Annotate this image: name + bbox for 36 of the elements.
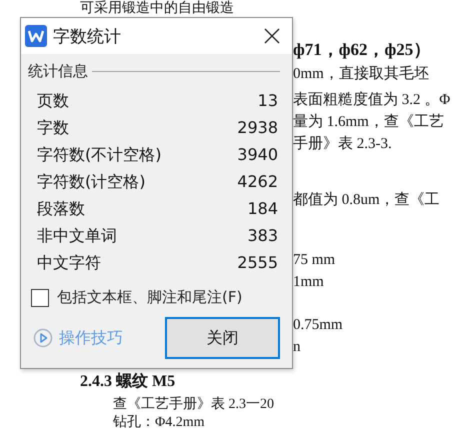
stat-value: 4262: [237, 171, 278, 193]
dialog-title: 字数统计: [53, 26, 122, 48]
stat-label: 字符数(不计空格): [37, 144, 162, 166]
stat-label: 中文字符: [37, 252, 101, 274]
stat-value: 13: [258, 90, 278, 112]
close-icon[interactable]: [264, 28, 280, 44]
stat-value: 3940: [237, 144, 278, 166]
stat-value: 184: [247, 198, 278, 220]
stat-label: 字数: [37, 117, 69, 139]
document-text: 表面粗糙度值为 3.2 。Φ: [293, 90, 452, 110]
document-text: 可采用锻造中的自由锻造: [80, 0, 235, 17]
document-text: 1mm: [293, 273, 325, 292]
document-heading: 2.4.3 螺纹 M5: [80, 372, 176, 392]
document-text: 查《工艺手册》表 2.3一20: [113, 396, 275, 414]
document-text: 量为 1.6mm，查《工艺: [293, 112, 445, 132]
stat-label: 字符数(计空格): [37, 171, 146, 193]
play-icon: [33, 328, 53, 348]
stat-value: 383: [247, 225, 278, 247]
checkbox-label: 包括文本框、脚注和尾注(F): [57, 288, 242, 307]
app-logo-icon: [25, 25, 47, 47]
document-text: 钻孔：Φ4.2mm: [113, 414, 206, 432]
stat-label: 非中文单词: [37, 225, 117, 247]
document-text: 0.75mm: [293, 316, 344, 335]
document-text: 75 mm: [293, 251, 336, 270]
checkbox[interactable]: [31, 288, 49, 306]
document-text: 手册》表 2.3-3.: [293, 134, 393, 154]
stat-label: 页数: [37, 90, 69, 112]
document-text: 0mm，直接取其毛坯: [293, 64, 430, 84]
document-heading: ф71，ф62，ф25）: [293, 39, 432, 61]
close-button[interactable]: 关闭: [165, 317, 280, 359]
stat-label: 段落数: [37, 198, 85, 220]
group-label: 统计信息: [28, 62, 88, 81]
stat-value: 2938: [237, 117, 278, 139]
document-text: 都值为 0.8um，查《工: [293, 190, 441, 210]
document-text: n: [293, 338, 302, 357]
stat-value: 2555: [237, 252, 278, 274]
